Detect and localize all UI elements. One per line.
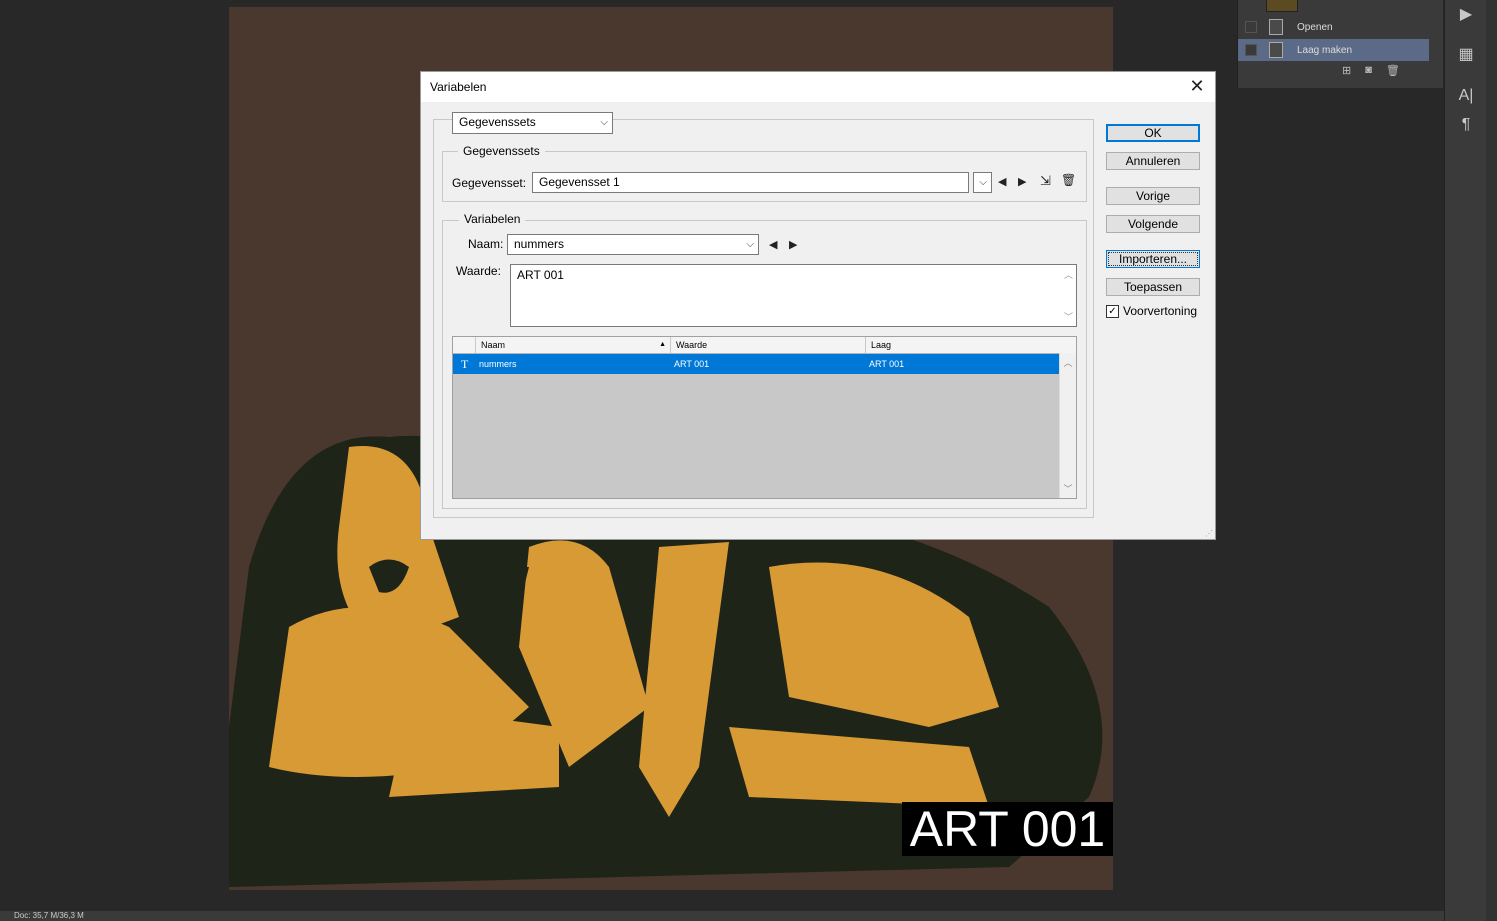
dataset-dropdown[interactable]: ⌵ bbox=[973, 172, 992, 193]
trash-icon[interactable]: 🗑 bbox=[1386, 64, 1400, 77]
dataset-field[interactable]: Gegevensset 1 bbox=[532, 172, 969, 193]
camera-icon[interactable]: ◙ bbox=[1365, 64, 1372, 77]
history-item-openen[interactable]: Openen bbox=[1238, 16, 1429, 38]
ok-button[interactable]: OK bbox=[1106, 124, 1200, 142]
mode-select-value: Gegevenssets bbox=[459, 115, 536, 129]
variables-group-label: Variabelen bbox=[459, 212, 526, 226]
datasets-group-label: Gegevenssets bbox=[458, 144, 545, 158]
document-icon bbox=[1269, 42, 1283, 58]
name-label: Naam: bbox=[468, 237, 504, 251]
next-variable-icon[interactable]: ▶ bbox=[789, 238, 797, 251]
history-item-label: Openen bbox=[1297, 21, 1333, 33]
snapshot-thumbnail[interactable] bbox=[1266, 0, 1298, 12]
dialog-titlebar: Variabelen ✕ bbox=[421, 72, 1215, 102]
value-text: ART 001 bbox=[517, 268, 564, 282]
collapsed-panel-edge bbox=[1486, 0, 1497, 921]
next-button[interactable]: Volgende bbox=[1106, 215, 1200, 233]
scroll-up-icon[interactable]: ︿ bbox=[1064, 268, 1073, 281]
close-icon[interactable]: ✕ bbox=[1187, 76, 1207, 96]
column-header-laag[interactable]: Laag bbox=[865, 337, 1076, 353]
cancel-button[interactable]: Annuleren bbox=[1106, 152, 1200, 170]
chevron-down-icon: ⌵ bbox=[979, 177, 987, 188]
trash-icon[interactable]: 🗑 bbox=[1061, 173, 1076, 187]
column-header-label: Waarde bbox=[676, 340, 708, 350]
history-footer: ⊞ ◙ 🗑 bbox=[1342, 64, 1400, 77]
doc-size-info: Doc: 35,7 M/36,3 M bbox=[14, 911, 84, 920]
previous-button[interactable]: Vorige bbox=[1106, 187, 1200, 205]
checkmark-icon[interactable]: ✓ bbox=[1106, 304, 1119, 318]
value-label: Waarde: bbox=[456, 264, 501, 278]
chevron-down-icon: ⌵ bbox=[746, 239, 754, 250]
preview-label: Voorvertoning bbox=[1123, 304, 1198, 318]
text-layer-icon: T bbox=[461, 357, 469, 371]
history-checkbox[interactable] bbox=[1245, 44, 1257, 56]
mode-select[interactable]: Gegevenssets ⌵ bbox=[452, 112, 613, 134]
variables-table: Naam ▲ Waarde Laag T nummers ART 001 ART… bbox=[452, 336, 1077, 499]
name-select[interactable]: nummers ⌵ bbox=[507, 234, 759, 255]
properties-icon[interactable]: ▦ bbox=[1455, 45, 1477, 65]
column-header-label: Laag bbox=[871, 340, 892, 350]
history-item-label: Laag maken bbox=[1297, 44, 1353, 56]
import-button[interactable]: Importeren... bbox=[1106, 250, 1200, 268]
document-icon bbox=[1269, 19, 1283, 35]
scroll-up-icon[interactable]: ︿ bbox=[1060, 356, 1076, 369]
resize-grip-icon[interactable]: ⋰ bbox=[1205, 529, 1213, 538]
name-select-value: nummers bbox=[514, 237, 565, 251]
column-header-naam[interactable]: Naam ▲ bbox=[475, 337, 670, 353]
scroll-down-icon[interactable]: ﹀ bbox=[1060, 482, 1076, 495]
dataset-field-label: Gegevensset: bbox=[452, 176, 527, 190]
new-document-icon[interactable]: ⊞ bbox=[1342, 64, 1351, 77]
sort-asc-icon: ▲ bbox=[659, 341, 666, 348]
scroll-down-icon[interactable]: ﹀ bbox=[1064, 310, 1073, 323]
table-row[interactable]: T nummers ART 001 ART 001 bbox=[453, 354, 1060, 374]
variables-dialog: Variabelen ✕ Gegevenssets ⌵ Gegevenssets… bbox=[420, 71, 1216, 540]
row-value: ART 001 bbox=[674, 359, 710, 369]
apply-button[interactable]: Toepassen bbox=[1106, 278, 1200, 296]
art-number-label: ART 001 bbox=[902, 802, 1113, 856]
next-dataset-icon[interactable]: ▶ bbox=[1018, 175, 1026, 188]
import-dataset-icon[interactable]: ⇲ bbox=[1040, 173, 1051, 189]
preview-checkbox-row[interactable]: ✓ Voorvertoning bbox=[1106, 304, 1197, 318]
row-layer: ART 001 bbox=[869, 359, 905, 369]
paragraph-icon[interactable]: ¶ bbox=[1455, 115, 1477, 135]
status-bar: Doc: 35,7 M/36,3 M bbox=[0, 911, 1444, 921]
character-icon[interactable]: A| bbox=[1455, 86, 1477, 106]
dialog-title: Variabelen bbox=[430, 80, 487, 94]
history-checkbox[interactable] bbox=[1245, 21, 1257, 33]
table-header: Naam ▲ Waarde Laag bbox=[453, 337, 1076, 354]
dataset-value: Gegevensset 1 bbox=[539, 175, 620, 189]
previous-dataset-icon[interactable]: ◀ bbox=[998, 175, 1006, 188]
history-item-laag-maken[interactable]: Laag maken bbox=[1238, 39, 1429, 61]
type-column-header bbox=[453, 337, 475, 353]
panel-icon-strip: ▶ ▦ A| ¶ bbox=[1444, 0, 1487, 921]
column-header-waarde[interactable]: Waarde bbox=[670, 337, 865, 353]
row-name: nummers bbox=[479, 359, 517, 369]
play-icon[interactable]: ▶ bbox=[1455, 5, 1477, 25]
previous-variable-icon[interactable]: ◀ bbox=[769, 238, 777, 251]
table-scrollbar[interactable]: ︿ ﹀ bbox=[1059, 353, 1076, 498]
column-header-label: Naam bbox=[481, 340, 506, 350]
value-textarea[interactable]: ART 001 ︿ ﹀ bbox=[510, 264, 1077, 327]
chevron-down-icon: ⌵ bbox=[600, 117, 608, 128]
history-panel: Openen Laag maken ⊞ ◙ 🗑 bbox=[1237, 0, 1443, 88]
